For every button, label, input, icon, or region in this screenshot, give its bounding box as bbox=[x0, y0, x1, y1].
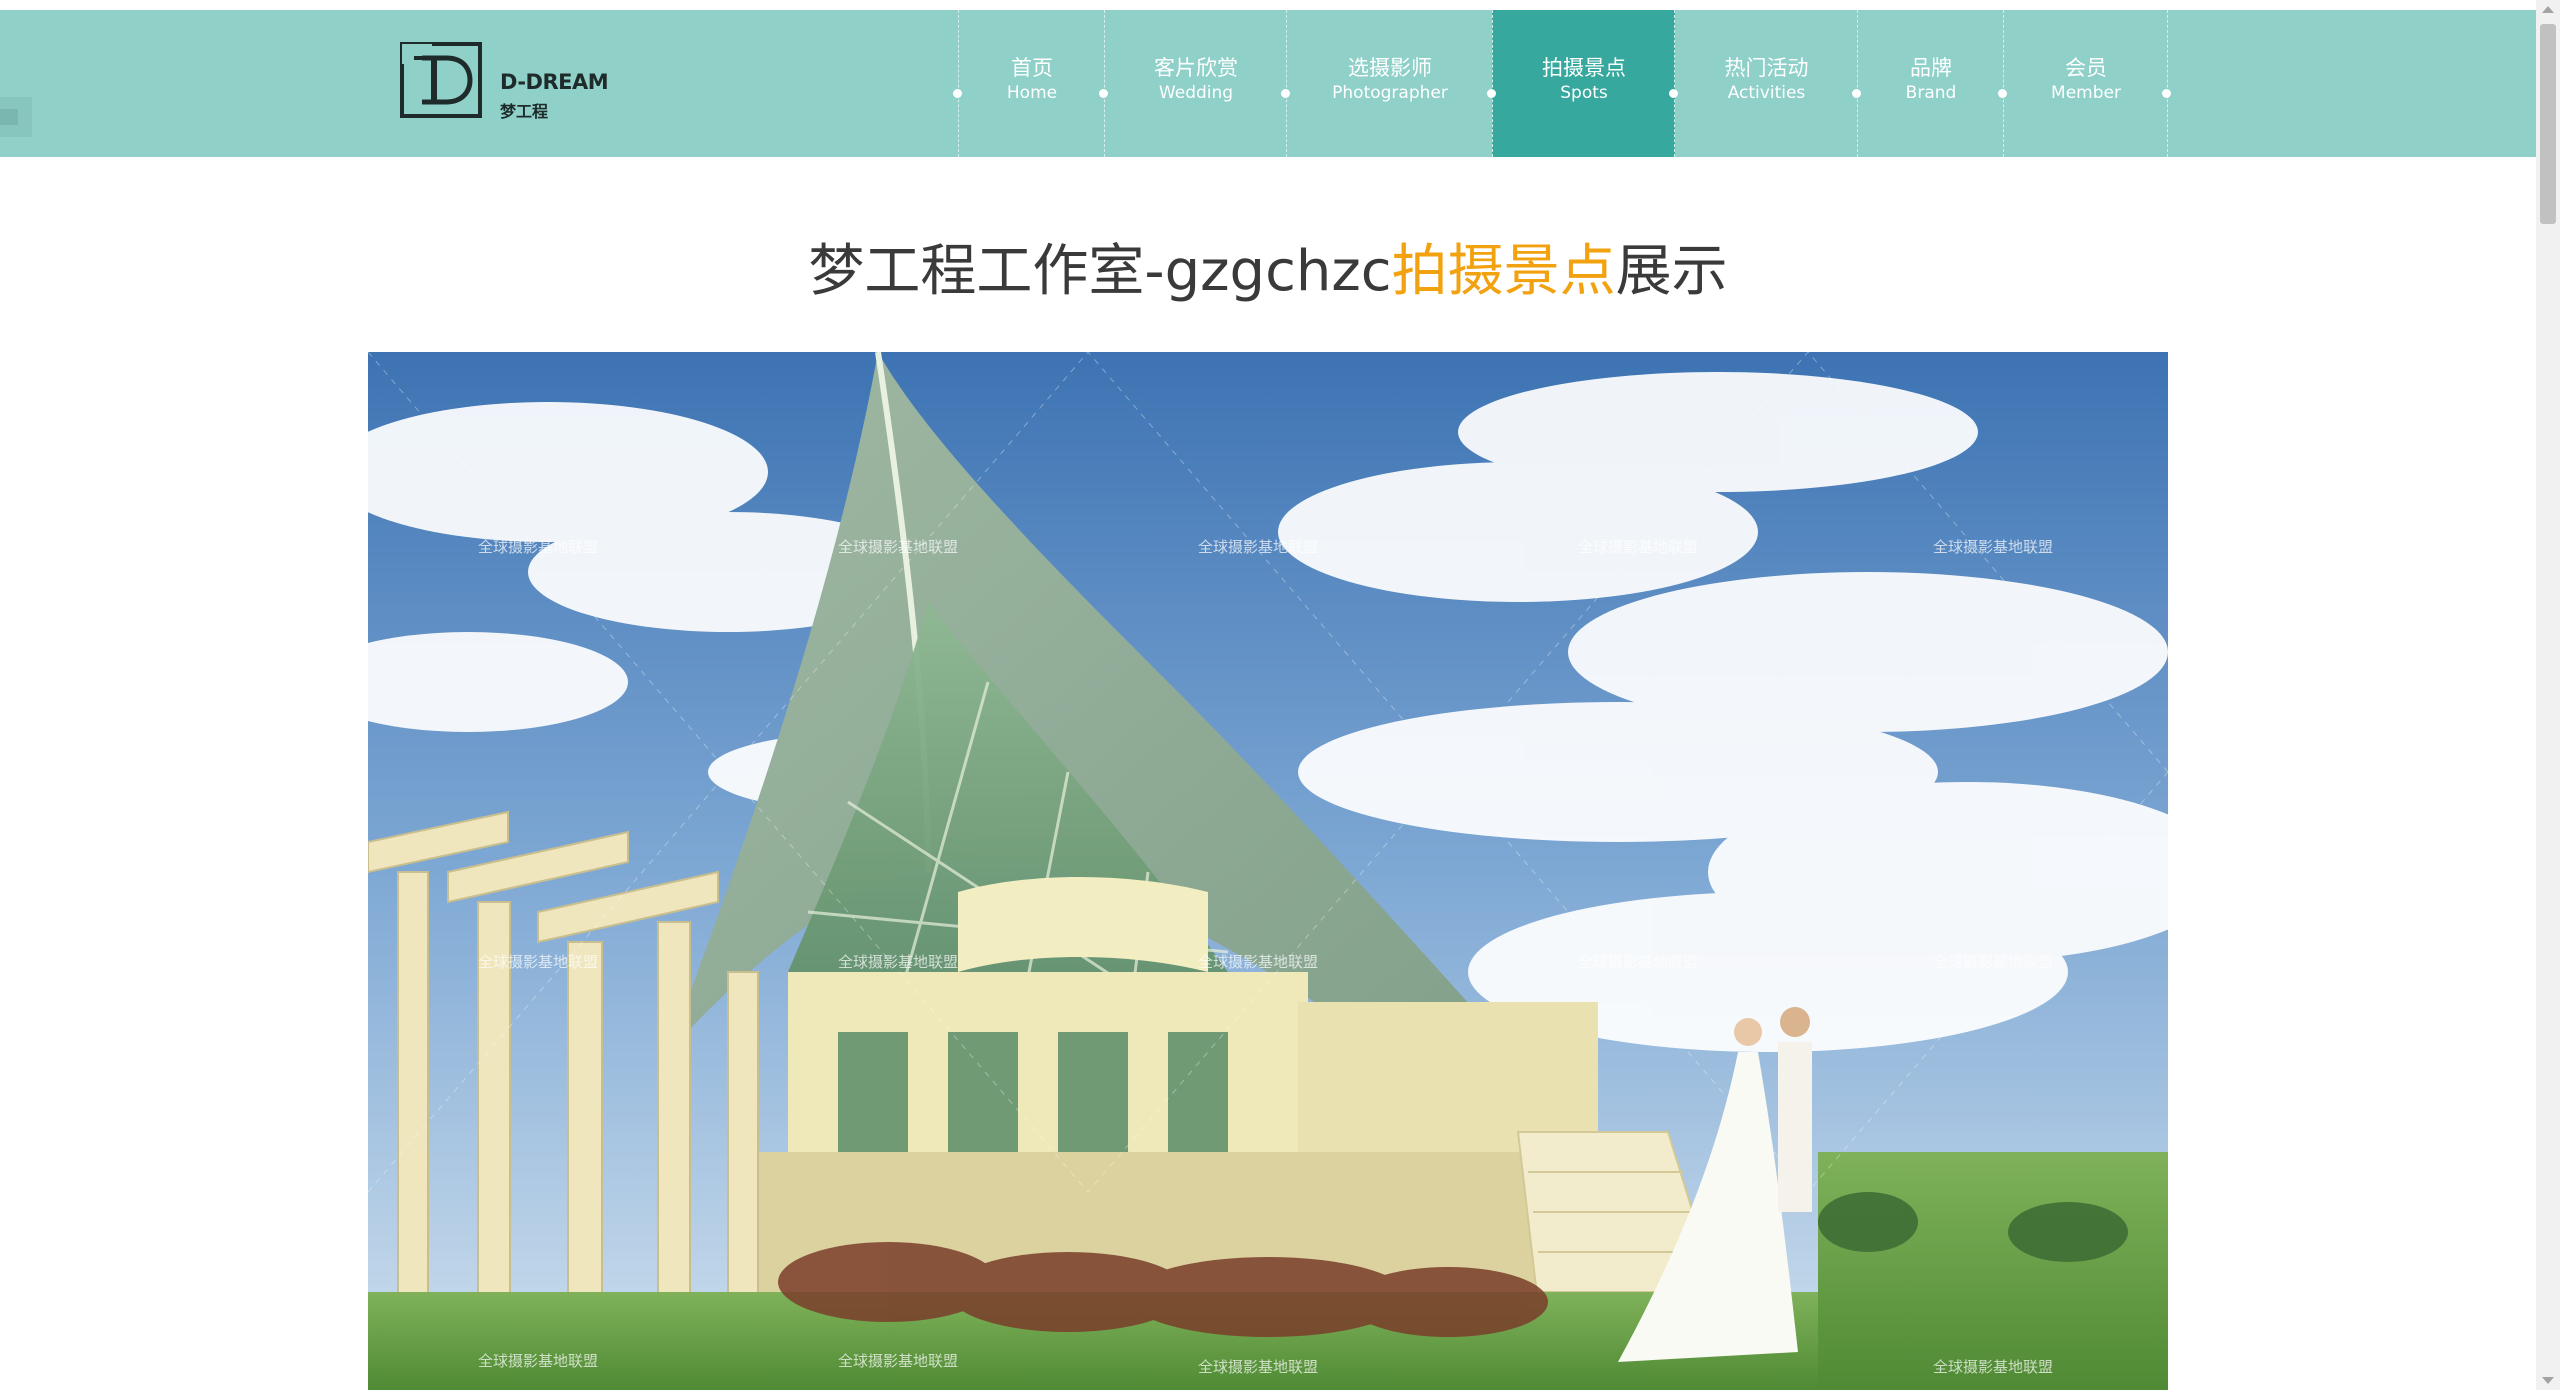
watermark-text: 全球摄影基地联盟 bbox=[478, 1352, 598, 1370]
nav-item-member[interactable]: 会员 Member bbox=[2003, 10, 2168, 157]
spot-photo[interactable]: 全球摄影基地联盟 全球摄影基地联盟 全球摄影基地联盟 全球摄影基地联盟 全球摄影… bbox=[368, 352, 2168, 1390]
watermark-text: 全球摄影基地联盟 bbox=[1933, 538, 2053, 556]
nav-dot bbox=[1852, 89, 1861, 98]
nav-label-cn: 选摄影师 bbox=[1348, 56, 1432, 80]
nav-item-photographer[interactable]: 选摄影师 Photographer bbox=[1286, 10, 1493, 157]
nav-divider bbox=[2167, 10, 2168, 157]
nav-dot bbox=[1998, 89, 2007, 98]
nav-label-en: Photographer bbox=[1332, 83, 1448, 103]
logo-text-cn: 梦工程 bbox=[500, 102, 549, 121]
watermark-text: 全球摄影基地联盟 bbox=[478, 538, 598, 556]
nav-item-activities[interactable]: 热门活动 Activities bbox=[1674, 10, 1858, 157]
nav-dot bbox=[1669, 89, 1678, 98]
nav-dot bbox=[1099, 89, 1108, 98]
nav-label-cn: 会员 bbox=[2065, 56, 2107, 80]
nav-label-cn: 热门活动 bbox=[1724, 56, 1809, 80]
logo-d-icon bbox=[400, 42, 482, 118]
site-logo[interactable]: D-DREAM 梦工程 bbox=[400, 42, 610, 122]
watermark-text: 全球摄影基地联盟 bbox=[1198, 1358, 1318, 1376]
nav-label-cn: 首页 bbox=[1011, 56, 1053, 80]
watermark-text: 全球摄影基地联盟 bbox=[1578, 538, 1698, 556]
nav-dot bbox=[2162, 89, 2171, 98]
nav-label-en: Member bbox=[2051, 83, 2121, 103]
nav-label-en: Activities bbox=[1727, 83, 1806, 103]
title-prefix: 梦工程工作室-gzgchzc bbox=[808, 239, 1392, 304]
title-suffix: 展示 bbox=[1615, 239, 1728, 304]
nav-dot bbox=[953, 89, 962, 98]
chapel-wedding-photo: 全球摄影基地联盟 全球摄影基地联盟 全球摄影基地联盟 全球摄影基地联盟 全球摄影… bbox=[368, 352, 2168, 1390]
nav-label-en: Wedding bbox=[1158, 83, 1234, 103]
watermark-text: 全球摄影基地联盟 bbox=[838, 1352, 958, 1370]
nav-label-cn: 客片欣赏 bbox=[1154, 56, 1238, 80]
watermark-text: 全球摄影基地联盟 bbox=[1198, 538, 1318, 556]
watermark-text: 全球摄影基地联盟 bbox=[838, 538, 958, 556]
watermark-text: 全球摄影基地联盟 bbox=[478, 953, 598, 971]
nav-item-spots[interactable]: 拍摄景点 Spots bbox=[1492, 10, 1675, 157]
nav-item-home[interactable]: 首页 Home bbox=[958, 10, 1105, 157]
scrollbar-thumb[interactable] bbox=[2540, 24, 2556, 224]
nav-dot bbox=[1487, 89, 1496, 98]
page-title: 梦工程工作室-gzgchzc拍摄景点展示 bbox=[0, 226, 2536, 307]
top-strip bbox=[0, 0, 2536, 10]
nav-item-brand[interactable]: 品牌 Brand bbox=[1857, 10, 2004, 157]
side-float-tab[interactable] bbox=[0, 97, 32, 137]
nav-label-cn: 拍摄景点 bbox=[1542, 56, 1626, 80]
scroll-up-arrow-icon[interactable] bbox=[2542, 6, 2554, 13]
watermark-text: 全球摄影基地联盟 bbox=[1933, 953, 2053, 971]
nav-label-en: Brand bbox=[1905, 83, 1957, 103]
title-highlight: 拍摄景点 bbox=[1391, 239, 1616, 304]
scroll-down-arrow-icon[interactable] bbox=[2542, 1377, 2554, 1384]
logo-text-en: D-DREAM bbox=[500, 70, 609, 94]
watermark-text: 全球摄影基地联盟 bbox=[1578, 953, 1698, 971]
watermark-text: 全球摄影基地联盟 bbox=[1198, 953, 1318, 971]
nav-label-cn: 品牌 bbox=[1910, 56, 1952, 80]
nav-label-en: Spots bbox=[1560, 83, 1608, 103]
page-scrollbar[interactable] bbox=[2536, 0, 2560, 1390]
nav-item-wedding[interactable]: 客片欣赏 Wedding bbox=[1104, 10, 1287, 157]
nav-dot bbox=[1281, 89, 1290, 98]
watermark-text: 全球摄影基地联盟 bbox=[1933, 1358, 2053, 1376]
nav-label-en: Home bbox=[1006, 83, 1058, 103]
watermark-text: 全球摄影基地联盟 bbox=[838, 953, 958, 971]
